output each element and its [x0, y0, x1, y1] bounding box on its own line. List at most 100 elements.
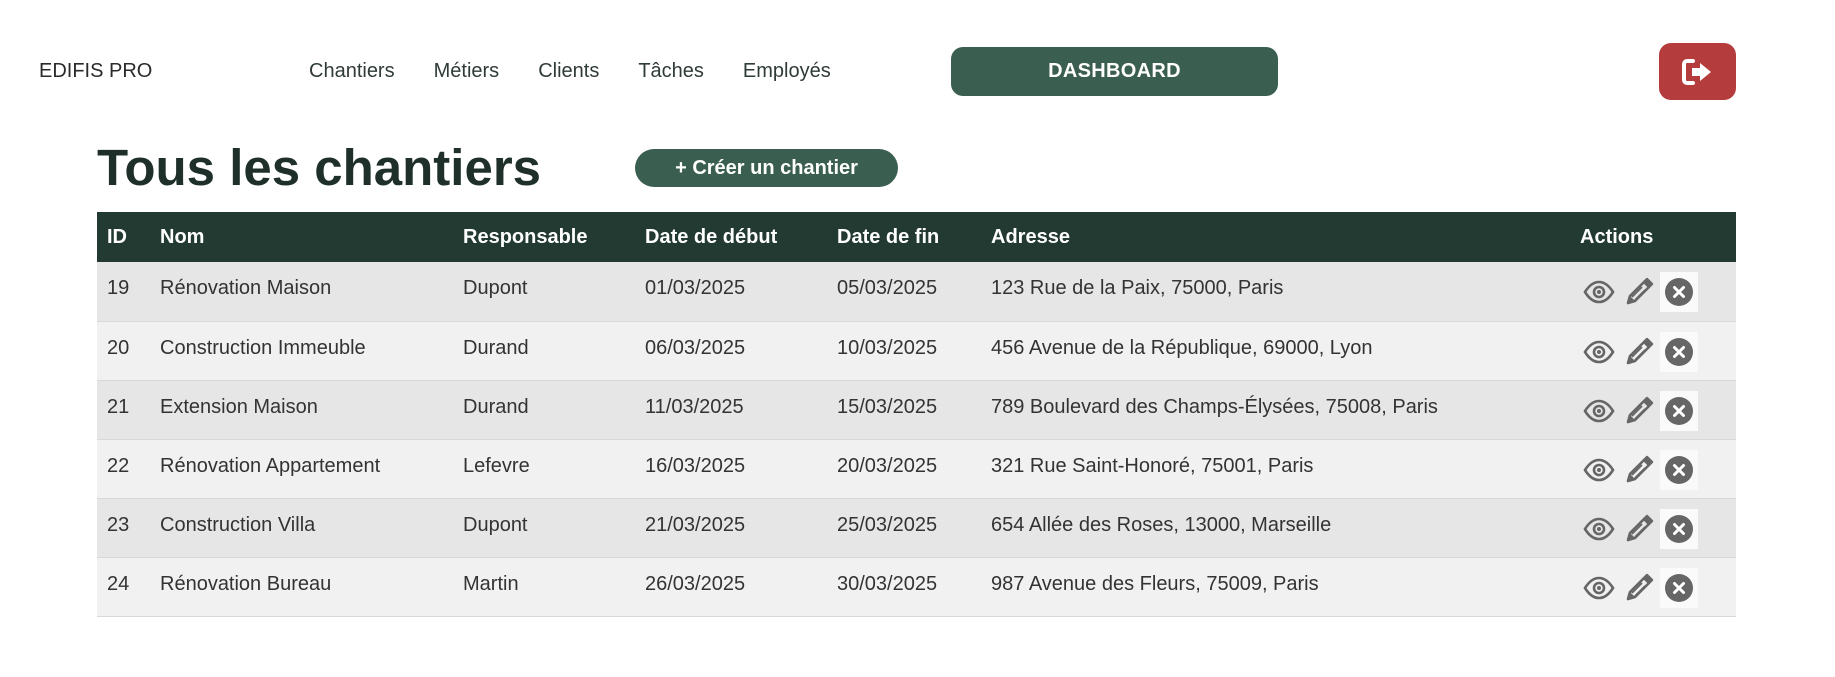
view-button[interactable]	[1580, 568, 1618, 608]
row-actions	[1580, 508, 1736, 549]
cell-date-fin: 30/03/2025	[837, 572, 938, 595]
delete-button[interactable]	[1660, 390, 1698, 431]
cell-adresse: 456 Avenue de la République, 69000, Lyon	[991, 336, 1373, 359]
nav-item-taches[interactable]: Tâches	[638, 60, 704, 83]
table-row: 21 Extension Maison Durand 11/03/2025 15…	[97, 380, 1736, 439]
view-button[interactable]	[1580, 332, 1618, 372]
nav-item-chantiers[interactable]: Chantiers	[309, 60, 395, 83]
logout-button[interactable]	[1659, 43, 1736, 100]
delete-button[interactable]	[1660, 508, 1698, 549]
row-actions	[1580, 567, 1736, 608]
cell-adresse: 789 Boulevard des Champs-Élysées, 75008,…	[991, 395, 1438, 418]
eye-icon	[1583, 576, 1615, 599]
eye-icon	[1583, 517, 1615, 540]
cell-nom: Extension Maison	[160, 395, 318, 418]
cell-nom: Construction Villa	[160, 513, 316, 536]
nav-item-metiers[interactable]: Métiers	[434, 60, 500, 83]
nav-item-employes[interactable]: Employés	[743, 60, 831, 83]
table-row: 19 Rénovation Maison Dupont 01/03/2025 0…	[97, 262, 1736, 321]
close-circle-icon	[1665, 337, 1693, 366]
cell-date-fin: 15/03/2025	[837, 395, 938, 418]
cell-adresse: 987 Avenue des Fleurs, 75009, Paris	[991, 572, 1319, 595]
cell-nom: Construction Immeuble	[160, 336, 366, 359]
edit-button[interactable]	[1620, 450, 1658, 490]
cell-id: 24	[107, 572, 130, 595]
view-button[interactable]	[1580, 272, 1618, 312]
cell-adresse: 654 Allée des Roses, 13000, Marseille	[991, 513, 1332, 536]
brand-logo[interactable]: EDIFIS PRO	[39, 60, 152, 83]
cell-id: 21	[107, 395, 130, 418]
cell-nom: Rénovation Maison	[160, 277, 332, 299]
edit-button[interactable]	[1620, 272, 1658, 312]
pencil-icon	[1626, 573, 1654, 600]
page-title: Tous les chantiers	[97, 139, 542, 196]
cell-actions	[1570, 380, 1736, 439]
cell-adresse: 321 Rue Saint-Honoré, 75001, Paris	[991, 454, 1314, 477]
table-row: 22 Rénovation Appartement Lefevre 16/03/…	[97, 439, 1736, 498]
table-row: 23 Construction Villa Dupont 21/03/2025 …	[97, 498, 1736, 557]
cell-date-debut: 21/03/2025	[645, 513, 746, 536]
cell-date-fin: 10/03/2025	[837, 336, 938, 359]
cell-id: 19	[107, 277, 130, 299]
cell-date-fin: 25/03/2025	[837, 513, 938, 536]
cell-actions	[1570, 557, 1736, 616]
view-button[interactable]	[1580, 509, 1618, 549]
close-circle-icon	[1665, 455, 1693, 484]
edit-button[interactable]	[1620, 568, 1658, 608]
cell-responsable: Dupont	[463, 277, 528, 299]
cell-nom: Rénovation Appartement	[160, 454, 381, 477]
view-button[interactable]	[1580, 450, 1618, 490]
cell-date-debut: 11/03/2025	[645, 395, 744, 418]
cell-responsable: Durand	[463, 395, 529, 418]
cell-date-debut: 01/03/2025	[645, 277, 746, 299]
cell-actions	[1570, 262, 1736, 321]
edit-button[interactable]	[1620, 332, 1658, 372]
create-chantier-button[interactable]: + Créer un chantier	[635, 149, 898, 187]
column-header-date-fin: Date de fin	[837, 225, 940, 248]
cell-actions	[1570, 321, 1736, 380]
dashboard-button[interactable]: DASHBOARD	[951, 47, 1278, 96]
cell-id: 22	[107, 454, 130, 477]
sign-out-icon	[1681, 58, 1711, 85]
cell-responsable: Durand	[463, 336, 529, 359]
delete-button[interactable]	[1660, 272, 1698, 312]
eye-icon	[1583, 458, 1615, 481]
row-actions	[1580, 390, 1736, 431]
column-header-adresse: Adresse	[991, 225, 1070, 248]
column-header-id: ID	[107, 225, 127, 248]
delete-button[interactable]	[1660, 449, 1698, 490]
close-circle-icon	[1665, 396, 1693, 425]
pencil-icon	[1626, 514, 1654, 541]
cell-date-debut: 16/03/2025	[645, 454, 746, 477]
cell-adresse: 123 Rue de la Paix, 75000, Paris	[991, 277, 1284, 299]
cell-nom: Rénovation Bureau	[160, 572, 332, 595]
eye-icon	[1583, 399, 1615, 422]
pencil-icon	[1626, 277, 1654, 305]
top-header: EDIFIS PRO Chantiers Métiers Clients Tâc…	[0, 0, 1835, 140]
row-actions	[1580, 331, 1736, 372]
cell-date-fin: 05/03/2025	[837, 277, 938, 299]
table-row: 24 Rénovation Bureau Martin 26/03/2025 3…	[97, 557, 1736, 616]
delete-button[interactable]	[1660, 567, 1698, 608]
nav-item-clients[interactable]: Clients	[538, 60, 599, 83]
table-row: 20 Construction Immeuble Durand 06/03/20…	[97, 321, 1736, 380]
column-header-actions: Actions	[1580, 225, 1654, 248]
cell-responsable: Lefevre	[463, 454, 530, 477]
cell-date-debut: 06/03/2025	[645, 336, 746, 359]
close-circle-icon	[1665, 573, 1693, 602]
close-circle-icon	[1665, 278, 1693, 306]
row-actions	[1580, 272, 1736, 312]
edit-button[interactable]	[1620, 391, 1658, 431]
cell-responsable: Martin	[463, 572, 519, 595]
cell-id: 23	[107, 513, 130, 536]
eye-icon	[1583, 280, 1615, 304]
column-header-nom: Nom	[160, 225, 205, 248]
view-button[interactable]	[1580, 391, 1618, 431]
edit-button[interactable]	[1620, 509, 1658, 549]
cell-responsable: Dupont	[463, 513, 528, 536]
cell-date-fin: 20/03/2025	[837, 454, 938, 477]
chantiers-table: ID Nom Responsable Date de début Date de…	[97, 212, 1736, 617]
close-circle-icon	[1665, 514, 1693, 543]
delete-button[interactable]	[1660, 331, 1698, 372]
cell-actions	[1570, 439, 1736, 498]
